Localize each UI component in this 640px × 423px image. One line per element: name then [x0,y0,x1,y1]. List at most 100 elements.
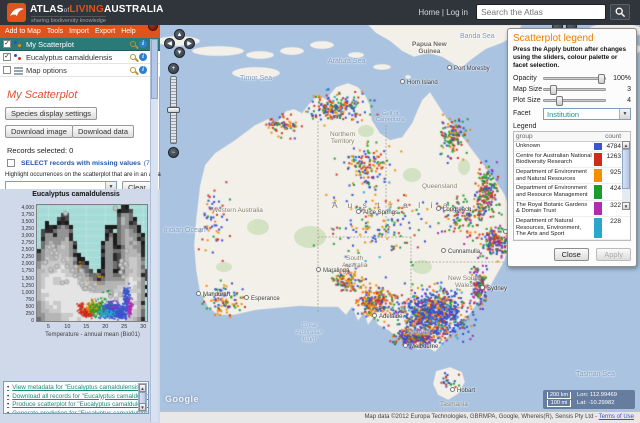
slider-handle[interactable] [550,85,557,95]
slider-label: Plot Size [513,97,543,104]
group-name: The Royal Botanic Gardens & Domain Trust [514,201,594,216]
legend-table-row[interactable]: Unknown4784 [514,142,630,152]
layer-label: Map options [26,66,130,75]
scale-km: 200 km [547,392,571,399]
zoom-in-button[interactable]: + [168,63,179,74]
download-image-button[interactable]: Download image [5,125,73,138]
zoom-to-layer-icon[interactable] [130,54,136,60]
y-tick-label: 3,750 [8,212,34,218]
legend-table-row[interactable]: Department of Natural Resources, Environ… [514,217,630,240]
scatterplot-canvas[interactable] [37,205,147,321]
group-name: Department of Natural Resources, Environ… [514,217,594,239]
chart-title: Eucalyptus camaldulensis [0,191,152,198]
species-link[interactable]: Generate prediction for "Eucalyptus cama… [7,410,137,415]
species-link[interactable]: Produce scatterplot for "Eucalyptus cama… [7,401,137,408]
y-tick-label: 1,000 [8,290,34,296]
scatterplot-layer-icon [14,40,23,49]
layer-row-map-options[interactable]: Map options i [0,64,160,77]
legend-scrollbar[interactable]: ▲ ▼ [622,141,630,210]
sidebar-scroll-thumb[interactable] [151,39,158,99]
legend-table-header: group count [514,132,630,142]
search-button[interactable] [610,4,630,20]
group-color-swatch [594,202,602,215]
menu-export[interactable]: Export [95,28,115,35]
scroll-down-icon[interactable]: ▼ [139,403,146,411]
atlas-living-australia-app: ATLASofLIVINGAUSTRALIA sharing biodivers… [0,0,640,423]
y-tick-label: 2,250 [8,254,34,260]
slider-value: 100% [611,75,631,82]
layer-checkbox[interactable]: ✓ [3,53,11,61]
scroll-down-icon[interactable]: ▼ [622,202,630,210]
home-login-links[interactable]: Home | Log in [418,8,468,17]
group-color-swatch [594,143,602,150]
slider-value: 4 [611,97,631,104]
layer-checkbox[interactable] [3,66,11,74]
species-links-box: View metadata for "Eucalyptus camaldulen… [3,381,149,414]
legend-scroll-thumb[interactable] [622,149,630,189]
menu-import[interactable]: Import [69,28,89,35]
menu-tools[interactable]: Tools [47,28,63,35]
legend-rows: Unknown4784Centre for Australian Nationa… [514,142,630,240]
slider-row-plot-size: Plot Size 4 [513,95,631,106]
scatterplot-legend-panel: Scatterplot legend Press the Apply butto… [507,28,637,267]
legend-table-row[interactable]: Department of Environment and Natural Re… [514,168,630,184]
layer-checkbox[interactable]: ✓ [3,40,11,48]
menu-help[interactable]: Help [121,28,135,35]
layer-info-icon[interactable]: i [139,66,147,74]
pan-left-button[interactable]: ◀ [164,38,175,49]
slider-track[interactable] [543,88,606,91]
legend-table: group count Unknown4784Centre for Austra… [513,131,631,241]
search-icon [615,7,626,18]
layer-info-icon[interactable]: i [139,53,147,61]
slider-track[interactable] [543,77,606,80]
sidebar-scrollbar[interactable] [150,39,158,422]
download-data-button[interactable]: Download data [72,125,134,138]
scroll-up-icon[interactable]: ▲ [139,384,146,392]
species-link[interactable]: View metadata for "Eucalyptus camaldulen… [7,384,137,391]
y-tick-label: 1,500 [8,276,34,282]
scatterplot-chart[interactable] [36,204,148,322]
search-input[interactable] [476,4,606,20]
pan-down-button[interactable]: ▼ [174,47,185,58]
legend-instruction: Press the Apply button after changes usi… [513,46,631,70]
apply-button[interactable]: Apply [596,248,631,261]
missing-values-checkbox[interactable] [7,159,15,167]
legend-footer: Close Apply [513,244,631,262]
group-count: 228 [602,217,630,239]
y-tick-label: 3,000 [8,233,34,239]
y-tick-label: 3,250 [8,226,34,232]
zoom-out-button[interactable]: − [168,147,179,158]
scroll-up-icon[interactable]: ▲ [622,141,630,149]
facet-select-dropdown[interactable]: Institution ▼ [543,108,631,120]
attribution-text: Map data ©2012 Europa Technologies, GBRM… [364,414,597,420]
y-tick-label: 0 [8,318,34,324]
ala-logo-icon[interactable] [7,3,26,22]
group-color-swatch [594,185,602,198]
pan-up-button[interactable]: ▲ [174,29,185,40]
zoom-slider-handle[interactable] [167,107,180,113]
records-selected-text: Records selected: 0 [7,146,73,155]
google-watermark: Google [165,394,199,404]
legend-table-row[interactable]: Department of Environment and Resource M… [514,184,630,200]
links-scrollbar[interactable]: ▲ ▼ [138,383,147,412]
terms-of-use-link[interactable]: Terms of Use [599,414,634,420]
layer-row-eucalyptus-camaldulensis[interactable]: ✓Eucalyptus camaldulensisi [0,51,160,64]
menu-add-to-map[interactable]: Add to Map [5,28,41,35]
slider-label: Map Size [513,86,543,93]
x-tick-label: 25 [114,324,134,330]
zoom-to-layer-icon[interactable] [130,41,136,47]
layer-info-icon[interactable]: i [139,40,147,48]
zoom-to-layer-icon[interactable] [130,67,136,73]
pan-right-button[interactable]: ▶ [184,38,195,49]
slider-track[interactable] [543,99,606,102]
slider-row-map-size: Map Size3 [513,84,631,95]
slider-handle[interactable] [556,96,563,106]
y-tick-label: 1,750 [8,268,34,274]
species-link[interactable]: Download all records for "Eucalyptus cam… [7,393,137,400]
species-display-settings-button[interactable]: Species display settings [5,107,97,120]
slider-handle[interactable] [598,74,605,84]
legend-table-row[interactable]: The Royal Botanic Gardens & Domain Trust… [514,201,630,217]
close-button[interactable]: Close [554,248,589,261]
legend-table-row[interactable]: Centre for Australian National Biodivers… [514,152,630,168]
layer-row-my-scatterplot[interactable]: ✓My Scatterploti [0,38,160,51]
